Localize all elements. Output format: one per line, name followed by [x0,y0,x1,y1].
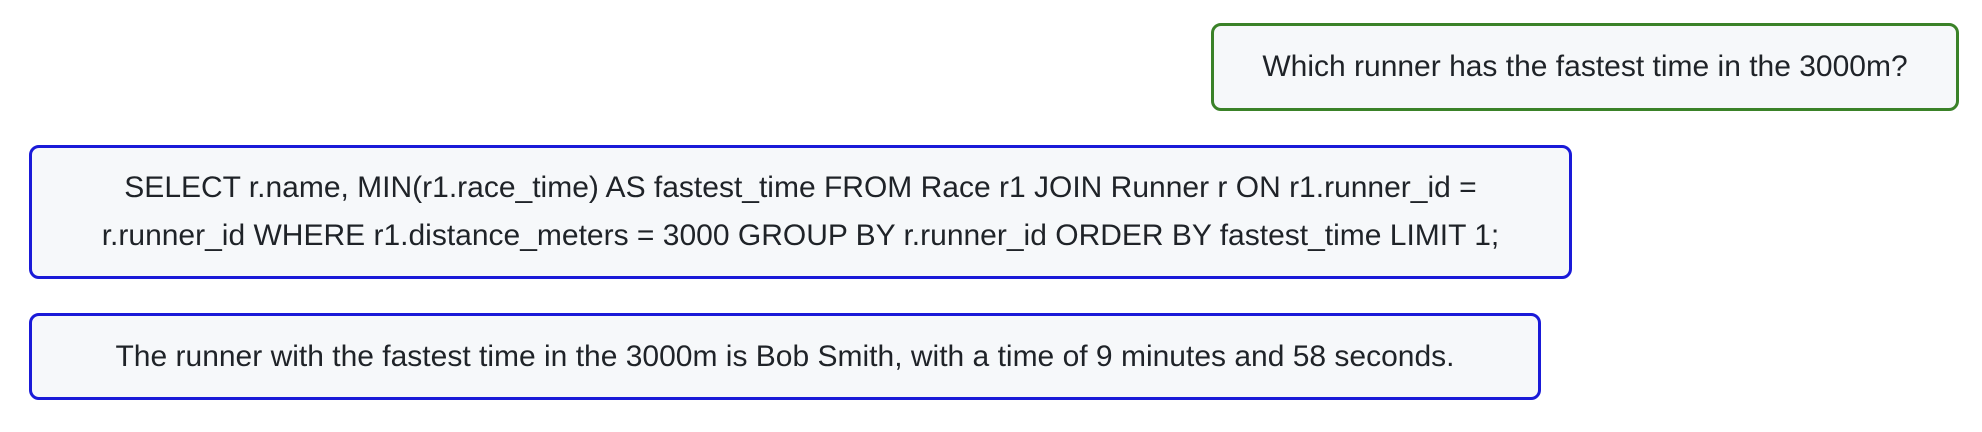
chat-transcript: Which runner has the fastest time in the… [0,0,1982,432]
assistant-answer-text: The runner with the fastest time in the … [115,339,1455,373]
sql-query-text: SELECT r.name, MIN(r1.race_time) AS fast… [101,171,1500,252]
sql-query-bubble: SELECT r.name, MIN(r1.race_time) AS fast… [29,145,1572,279]
assistant-answer-bubble: The runner with the fastest time in the … [29,313,1541,400]
user-message-bubble: Which runner has the fastest time in the… [1211,23,1959,111]
user-message-text: Which runner has the fastest time in the… [1262,50,1908,83]
